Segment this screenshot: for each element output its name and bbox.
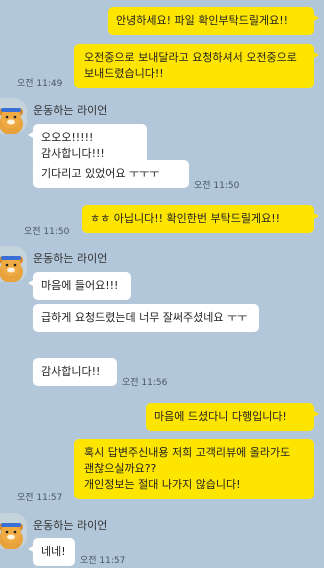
sender-name: 운동하는 라이언 (33, 252, 108, 265)
message-text: 안녕하세요! 파일 확인부탁드릴게요!! (116, 14, 289, 27)
message-text: 오전중으로 보내달라고 요청하셔서 오전중으로 보내드렸습니다!! (84, 51, 297, 80)
message-text: ㅎㅎ 아닙니다!! 확인한번 부탁드릴게요!! (90, 212, 281, 225)
message-text: 네네! (41, 545, 66, 558)
sender-name: 운동하는 라이언 (33, 104, 108, 117)
message-time: 오전 11:50 (24, 227, 70, 237)
message-text: 기다리고 있었어요 ㅜㅜㅜ (41, 167, 160, 180)
message-text: 마음에 들어요!!! (41, 279, 119, 292)
message-text: 혹시 답변주신내용 저희 고객리뷰에 올라가도 괜찮으실까요?? (84, 446, 291, 475)
their-message[interactable]: 급하게 요청드렸는데 너무 잘써주셨네요 ㅜㅜ (33, 304, 259, 332)
message-time: 오전 11:56 (122, 378, 168, 388)
contact-avatar[interactable] (0, 513, 27, 549)
ryan-character-icon (0, 98, 27, 134)
my-message[interactable]: 혹시 답변주신내용 저희 고객리뷰에 올라가도 괜찮으실까요?? 개인정보는 절… (74, 439, 314, 499)
chat-room: 안녕하세요! 파일 확인부탁드릴게요!! 오전중으로 보내달라고 요청하셔서 오… (0, 0, 324, 568)
my-message[interactable]: 안녕하세요! 파일 확인부탁드릴게요!! (108, 7, 319, 35)
my-message[interactable]: 마음에 드셨다니 다행입니다! (146, 403, 319, 431)
my-message[interactable]: ㅎㅎ 아닙니다!! 확인한번 부탁드릴게요!! (82, 205, 319, 233)
message-time: 오전 11:57 (17, 493, 63, 503)
message-time: 오전 11:50 (194, 181, 240, 191)
their-message[interactable]: 네네! (28, 538, 75, 566)
my-message[interactable]: 오전중으로 보내달라고 요청하셔서 오전중으로 보내드렸습니다!! (74, 44, 319, 88)
contact-avatar[interactable] (0, 98, 27, 134)
contact-avatar[interactable] (0, 246, 27, 282)
message-text: 마음에 드셨다니 다행입니다! (154, 410, 287, 423)
message-time: 오전 11:57 (80, 556, 126, 566)
message-time: 오전 11:49 (17, 79, 63, 89)
their-message[interactable]: 기다리고 있었어요 ㅜㅜㅜ (33, 160, 189, 188)
message-text: 감사합니다!! (41, 365, 101, 378)
message-text: 오오오!!!!! 감사합니다!!! (41, 131, 105, 160)
message-text: 급하게 요청드렸는데 너무 잘써주셨네요 ㅜㅜ (41, 311, 248, 324)
their-message[interactable]: 감사합니다!! (33, 358, 117, 386)
message-text: 개인정보는 절대 나가지 않습니다! (84, 478, 241, 491)
ryan-character-icon (0, 513, 27, 549)
sender-name: 운동하는 라이언 (33, 519, 108, 532)
ryan-character-icon (0, 246, 27, 282)
their-message[interactable]: 마음에 들어요!!! (28, 272, 131, 300)
